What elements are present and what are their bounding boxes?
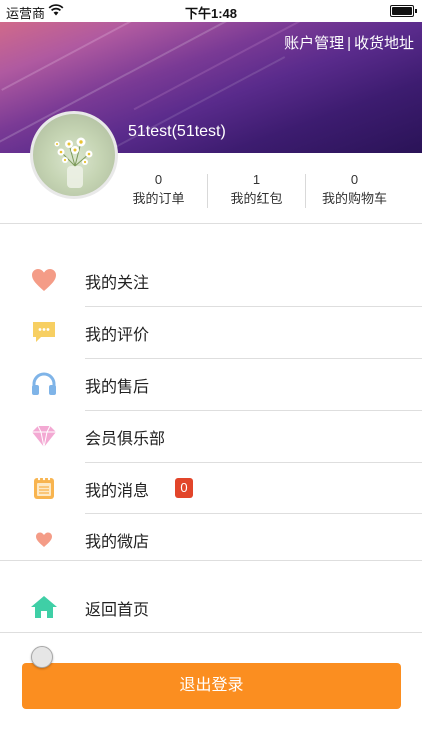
- notepad-icon: [34, 477, 54, 499]
- avatar-flowers-image: [54, 137, 93, 188]
- cart-label: 我的购物车: [321, 191, 387, 206]
- link-separator: |: [347, 35, 351, 52]
- divider: [0, 560, 422, 561]
- stat-red-packets[interactable]: 1 我的红包: [208, 172, 305, 209]
- battery-icon: [390, 5, 417, 17]
- orders-label: 我的订单: [132, 191, 185, 206]
- small-heart-icon: [36, 532, 52, 547]
- menu-item-messages[interactable]: 我的消息 0: [0, 462, 422, 514]
- headphones-icon: [32, 372, 56, 395]
- message-count-badge: 0: [175, 478, 193, 498]
- assistive-touch-handle[interactable]: [31, 646, 53, 668]
- menu-item-after-sales[interactable]: 我的售后: [0, 358, 422, 410]
- menu-item-label: 我的消息: [85, 483, 150, 500]
- menu-item-member-club[interactable]: 会员俱乐部: [0, 410, 422, 462]
- home-icon: [31, 596, 57, 618]
- status-bar: 运营商 下午1:48: [0, 0, 422, 22]
- menu-item-reviews[interactable]: 我的评价: [0, 306, 422, 358]
- menu-item-label: 我的评价: [85, 327, 150, 344]
- comment-icon: [33, 322, 55, 342]
- divider: [0, 632, 422, 633]
- stats-bar: 0 我的订单 1 我的红包 0 我的购物车: [110, 172, 422, 210]
- stat-cart[interactable]: 0 我的购物车: [306, 172, 403, 209]
- menu-item-home[interactable]: 返回首页: [0, 581, 422, 633]
- avatar[interactable]: [30, 111, 118, 199]
- menu-item-label: 我的关注: [85, 275, 150, 292]
- divider: [0, 223, 422, 224]
- cart-count: 0: [350, 172, 359, 187]
- menu-item-label: 会员俱乐部: [85, 431, 166, 448]
- menu-item-label: 我的售后: [85, 379, 150, 396]
- orders-count: 0: [154, 172, 163, 187]
- menu-item-label: 我的微店: [85, 534, 150, 551]
- heart-icon: [32, 269, 56, 291]
- shipping-address-link[interactable]: 收货地址: [354, 35, 414, 52]
- menu-item-micro-store[interactable]: 我的微店: [0, 513, 422, 565]
- stat-orders[interactable]: 0 我的订单: [110, 172, 207, 209]
- red-packets-label: 我的红包: [230, 191, 283, 206]
- menu-item-follows[interactable]: 我的关注: [0, 254, 422, 306]
- red-packets-count: 1: [252, 172, 261, 187]
- account-management-link[interactable]: 账户管理: [284, 35, 344, 52]
- menu-item-label: 返回首页: [85, 602, 150, 619]
- clock: 下午1:48: [184, 6, 238, 21]
- diamond-icon: [32, 425, 56, 448]
- logout-button[interactable]: 退出登录: [22, 663, 401, 709]
- username: 51test(51test): [128, 123, 226, 140]
